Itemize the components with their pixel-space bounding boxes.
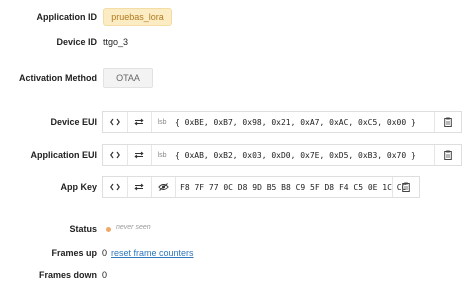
swap-arrows-icon xyxy=(134,151,144,159)
status-value: never seen xyxy=(116,224,151,231)
app-key-copy-button[interactable] xyxy=(392,177,419,197)
application-eui-byte-order: lsb xyxy=(157,151,167,159)
application-eui-copy-button[interactable] xyxy=(434,145,461,165)
swap-arrows-icon xyxy=(134,118,144,126)
app-key-swap-button[interactable] xyxy=(127,177,152,197)
eye-slash-icon xyxy=(157,183,169,191)
application-eui-swap-button[interactable] xyxy=(127,145,152,165)
code-brackets-icon xyxy=(110,183,120,191)
application-id-link[interactable]: pruebas_lora xyxy=(103,8,172,26)
status-label: Status xyxy=(69,224,97,234)
device-id-value: ttgo_3 xyxy=(103,37,129,47)
device-eui-byte-order: lsb xyxy=(157,118,167,126)
device-eui-format-toggle[interactable] xyxy=(103,112,128,132)
clipboard-icon xyxy=(444,150,452,160)
application-id-label: Application ID xyxy=(36,12,98,22)
code-brackets-icon xyxy=(110,151,120,159)
app-key-field: F8 7F 77 0C D8 9D B5 B8 C9 5F D8 F4 C5 0… xyxy=(102,176,420,198)
device-eui-swap-button[interactable] xyxy=(127,112,152,132)
application-eui-field: lsb { 0xAB, 0xB2, 0x03, 0xD0, 0x7E, 0xD5… xyxy=(102,144,462,166)
frames-up-value: 0 xyxy=(102,248,108,258)
reset-frame-counters-link[interactable]: reset frame counters xyxy=(111,248,194,258)
activation-method-label: Activation Method xyxy=(19,73,97,83)
device-eui-copy-button[interactable] xyxy=(434,112,461,132)
device-id-label: Device ID xyxy=(56,37,97,47)
frames-up-label: Frames up xyxy=(51,248,97,258)
activation-method-badge: OTAA xyxy=(103,68,153,88)
application-eui-label: Application EUI xyxy=(30,150,97,160)
app-key-value: F8 7F 77 0C D8 9D B5 B8 C9 5F D8 F4 C5 0… xyxy=(180,182,407,192)
application-eui-format-toggle[interactable] xyxy=(103,145,128,165)
device-eui-value: { 0xBE, 0xB7, 0x98, 0x21, 0xA7, 0xAC, 0x… xyxy=(175,117,416,127)
app-key-label: App Key xyxy=(60,182,97,192)
status-dot xyxy=(106,227,111,232)
app-key-format-toggle[interactable] xyxy=(103,177,128,197)
frames-down-value: 0 xyxy=(102,270,108,280)
code-brackets-icon xyxy=(110,118,120,126)
application-eui-value: { 0xAB, 0xB2, 0x03, 0xD0, 0x7E, 0xD5, 0x… xyxy=(175,150,416,160)
clipboard-icon xyxy=(402,182,410,192)
clipboard-icon xyxy=(444,117,452,127)
device-eui-field: lsb { 0xBE, 0xB7, 0x98, 0x21, 0xA7, 0xAC… xyxy=(102,111,462,133)
frames-down-label: Frames down xyxy=(38,270,97,280)
swap-arrows-icon xyxy=(134,183,144,191)
app-key-visibility-toggle[interactable] xyxy=(151,177,176,197)
device-eui-label: Device EUI xyxy=(50,117,97,127)
